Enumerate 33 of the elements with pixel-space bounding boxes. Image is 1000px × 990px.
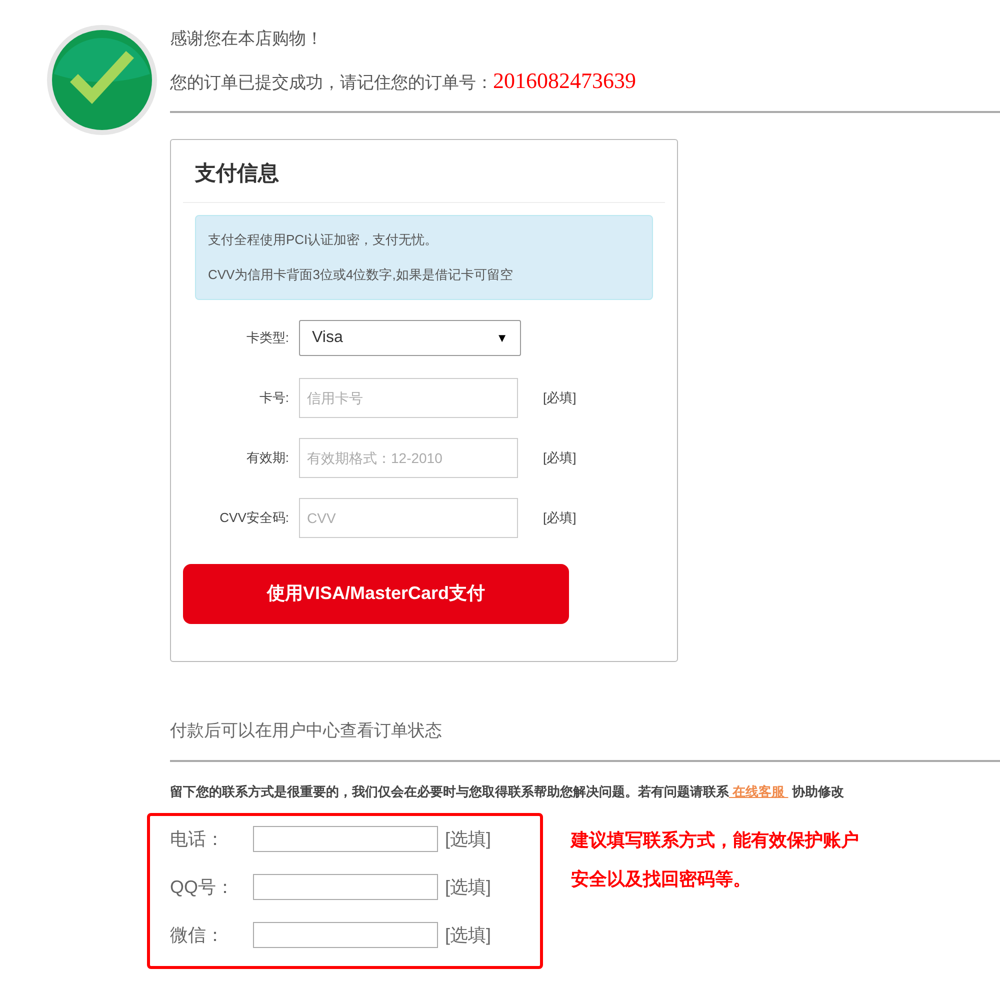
input-field[interactable] [253, 826, 438, 852]
card-type-select[interactable]: Visa ▼ [299, 320, 521, 356]
thanks-text: 感谢您在本店购物！ [170, 28, 324, 50]
field-label: 有效期: [245, 448, 290, 467]
required-tag: [必填] [543, 388, 576, 408]
input-field[interactable]: 信用卡号 [299, 378, 518, 418]
input-field[interactable]: 有效期格式：12-2010 [299, 438, 518, 478]
field-label: 卡号: [258, 388, 290, 407]
input-field[interactable]: CVV [299, 498, 518, 538]
contact-tip-text: 建议填写联系方式，能有效保护账户 [571, 829, 859, 852]
contact-note: 留下您的联系方式是很重要的，我们仅会在必要时与您取得联系帮助您解决问题。若有问题请联系 在线客服 协助修改 [170, 782, 845, 800]
online-service-link[interactable]: 在线客服 [729, 784, 788, 798]
required-tag: [必填] [543, 448, 576, 468]
contact-label: 电话： [170, 828, 225, 850]
optional-tag: [选填] [445, 826, 492, 852]
status-hint: 付款后可以在用户中心查看订单状态 [170, 720, 443, 742]
input-field[interactable] [253, 874, 438, 900]
success-check-icon [46, 24, 158, 136]
notice-text: CVV为信用卡背面3位或4位数字,如果是借记卡可留空 [208, 266, 514, 284]
contact-label: QQ号： [170, 876, 236, 898]
optional-tag: [选填] [445, 874, 492, 900]
order-number: 2016082473639 [493, 67, 636, 95]
field-label: CVV安全码: [218, 508, 290, 527]
pay-button[interactable]: 使用VISA/MasterCard支付 [183, 564, 569, 624]
optional-tag: [选填] [445, 922, 492, 948]
card-title: 支付信息 [183, 140, 665, 202]
contact-tip-text: 安全以及找回密码等。 [571, 868, 752, 891]
input-field[interactable] [253, 922, 438, 948]
required-tag: [必填] [543, 508, 576, 528]
order-label: 您的订单已提交成功，请记住您的订单号： [170, 72, 493, 94]
contact-label: 微信： [170, 924, 225, 946]
field-label: 卡类型: [245, 328, 290, 347]
notice-text: 支付全程使用PCI认证加密，支付无忧。 [208, 230, 439, 248]
